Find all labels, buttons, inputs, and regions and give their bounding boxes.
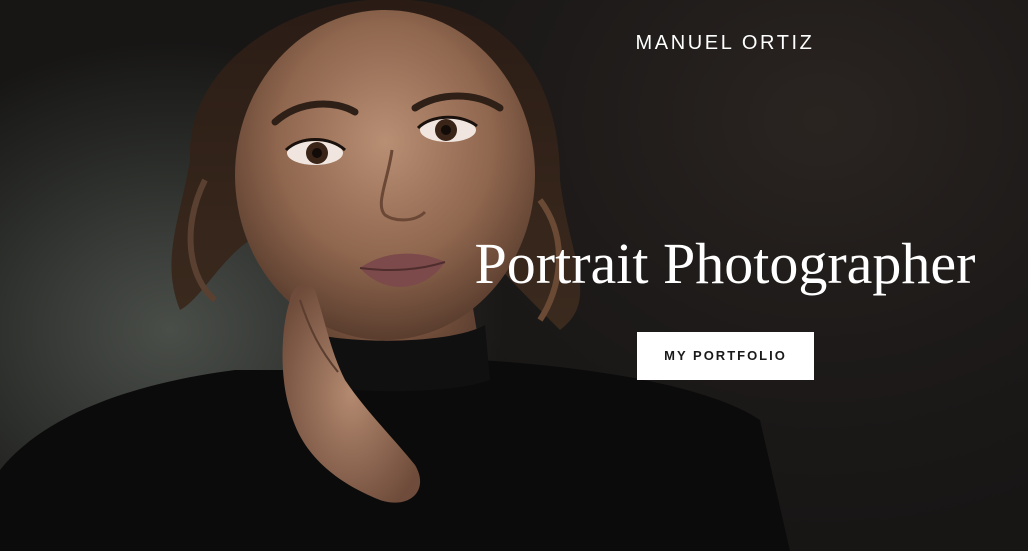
brand-name[interactable]: MANUEL ORTIZ (560, 30, 890, 56)
hero-section: MANUEL ORTIZ Portrait Photographer MY PO… (0, 0, 1028, 551)
hero-headline: Portrait Photographer (474, 231, 976, 296)
my-portfolio-button[interactable]: MY PORTFOLIO (637, 332, 814, 380)
